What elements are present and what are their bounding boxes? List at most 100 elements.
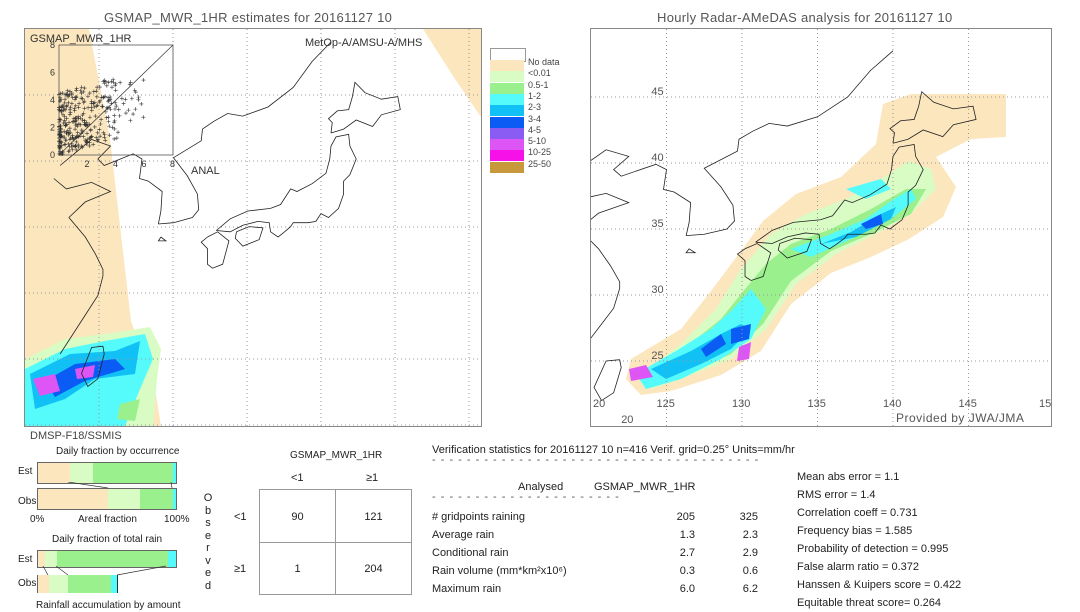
- lat-label: 45: [651, 86, 663, 98]
- inset-x-tick: 4: [113, 159, 118, 169]
- stat-analysed: 6.0: [679, 583, 695, 595]
- scatter-point: [128, 80, 133, 85]
- coastline: [216, 133, 357, 238]
- scatter-point: [131, 112, 136, 117]
- legend-swatch: [490, 93, 524, 106]
- legend-label: <0.01: [528, 68, 551, 79]
- observed-letter: b: [204, 504, 212, 517]
- scatter-point: [123, 97, 128, 102]
- lon-label: 145: [959, 398, 977, 410]
- inset-y-tick: 0: [50, 150, 55, 160]
- score-line: Frequency bias = 1.585: [797, 525, 913, 537]
- observed-label: Observed: [203, 492, 213, 592]
- stat-analysed: 2.7: [679, 547, 695, 559]
- scatter-point: [106, 119, 111, 124]
- right-map-title: Hourly Radar-AMeDAS analysis for 2016112…: [657, 10, 953, 25]
- stat-label: # gridpoints raining: [432, 511, 525, 523]
- cell-ge1-lt1: 1: [294, 563, 301, 575]
- scatter-point: [109, 101, 114, 106]
- legend-label: 1-2: [528, 90, 542, 101]
- score-line: RMS error = 1.4: [797, 489, 876, 501]
- legend-label: 0.5-1: [528, 79, 549, 90]
- inset-x-tick: 2: [85, 159, 90, 169]
- stat-label: Conditional rain: [432, 547, 509, 559]
- bar-segment: [111, 575, 118, 593]
- scatter-point: [127, 82, 132, 87]
- occ-est-label: Est: [18, 466, 33, 477]
- coastline: [158, 41, 332, 225]
- scatter-point: [133, 90, 138, 95]
- score-line: Probability of detection = 0.995: [797, 543, 949, 555]
- observed-letter: v: [205, 554, 211, 567]
- legend: No data <0.01 0.5-1 1-2 2-3 3-4 4-5 5-10 10-25 25…: [490, 48, 580, 174]
- tot-obs-label: Obs: [18, 578, 37, 589]
- bar-segment: [49, 575, 69, 593]
- bar-segment: [69, 463, 94, 483]
- inset-xlabel: ANAL: [191, 165, 220, 177]
- stat-gsmap: 325: [739, 511, 758, 523]
- lat-label: 30: [651, 284, 663, 296]
- scatter-point: [128, 118, 133, 123]
- lat-label: 20: [621, 414, 633, 426]
- legend-swatch: [490, 150, 524, 163]
- lon-label: 20: [593, 398, 605, 410]
- left-map: 022446688: [25, 29, 481, 426]
- scatter-point: [121, 101, 126, 106]
- occurrence-title: Daily fraction by occurrence: [56, 446, 180, 457]
- tot-est-label: Est: [18, 554, 33, 565]
- scatter-point: [136, 97, 141, 102]
- contingency-table: 90 121 1 204: [259, 489, 412, 595]
- stat-label: Average rain: [432, 529, 495, 541]
- lon-label: 125: [657, 398, 675, 410]
- inset-x-tick: 6: [142, 159, 147, 169]
- inset-y-tick: 4: [50, 95, 55, 105]
- bar-segment: [38, 463, 70, 483]
- score-line: Equitable threat score= 0.264: [797, 597, 942, 609]
- divider: - - - - - - - - - - - - - - - - - - - - …: [432, 454, 760, 466]
- coastline: [560, 189, 630, 368]
- observed-letter: s: [205, 517, 211, 529]
- inset-y-tick: 6: [50, 68, 55, 78]
- scatter-point: [129, 96, 134, 101]
- scatter-point: [119, 96, 124, 101]
- lat-label: 35: [651, 218, 663, 230]
- left-map-panel: 022446688 GSMAP_MWR_1HR MetOp-A/AMSU-A/M…: [24, 28, 482, 427]
- scatter-point: [112, 113, 117, 118]
- col-label-ge1: ≥1: [366, 472, 379, 484]
- scatter-point: [117, 113, 122, 118]
- cell-ge1-ge1: 204: [364, 563, 383, 575]
- bar-segment: [93, 463, 174, 483]
- scatter-point: [104, 105, 109, 110]
- footer-sensor: DMSP-F18/SSMIS: [30, 430, 122, 442]
- sensor-label: MetOp-A/AMSU-A/MHS: [305, 37, 423, 49]
- scatter-point: [116, 130, 121, 135]
- scatter-point: [108, 95, 113, 100]
- scatter-point: [141, 115, 146, 120]
- col-label-lt1: <1: [291, 472, 304, 484]
- scatter-point: [132, 88, 137, 93]
- stat-label: Rain volume (mm*km²x10⁶): [432, 565, 567, 577]
- coastline: [685, 248, 697, 254]
- stat-label: Maximum rain: [432, 583, 502, 595]
- scatter-point: [112, 136, 117, 141]
- scatter-point: [113, 100, 118, 105]
- legend-label: 3-4: [528, 113, 542, 124]
- scatter-point: [139, 101, 144, 106]
- no-data-swath: [423, 29, 481, 117]
- observed-letter: O: [203, 492, 213, 504]
- right-map: 45 40 35 30 25 20 20 125 130 135 140 145 15: [560, 29, 1051, 426]
- credit: Provided by JWA/JMA: [896, 411, 1025, 425]
- scatter-point: [133, 107, 138, 112]
- coastline: [157, 236, 168, 242]
- lon-label: 130: [732, 398, 750, 410]
- legend-label: 5-10: [528, 136, 547, 147]
- contingency-header: GSMAP_MWR_1HR: [290, 450, 383, 461]
- lon-label: 15: [1039, 398, 1051, 410]
- row-label-ge1: ≥1: [234, 563, 247, 575]
- scatter-point: [104, 83, 109, 88]
- scatter-point: [118, 80, 123, 85]
- legend-swatch: [490, 60, 524, 72]
- scatter-point: [113, 88, 118, 93]
- lat-label: 40: [651, 152, 663, 164]
- total-obs-bar: [37, 575, 176, 593]
